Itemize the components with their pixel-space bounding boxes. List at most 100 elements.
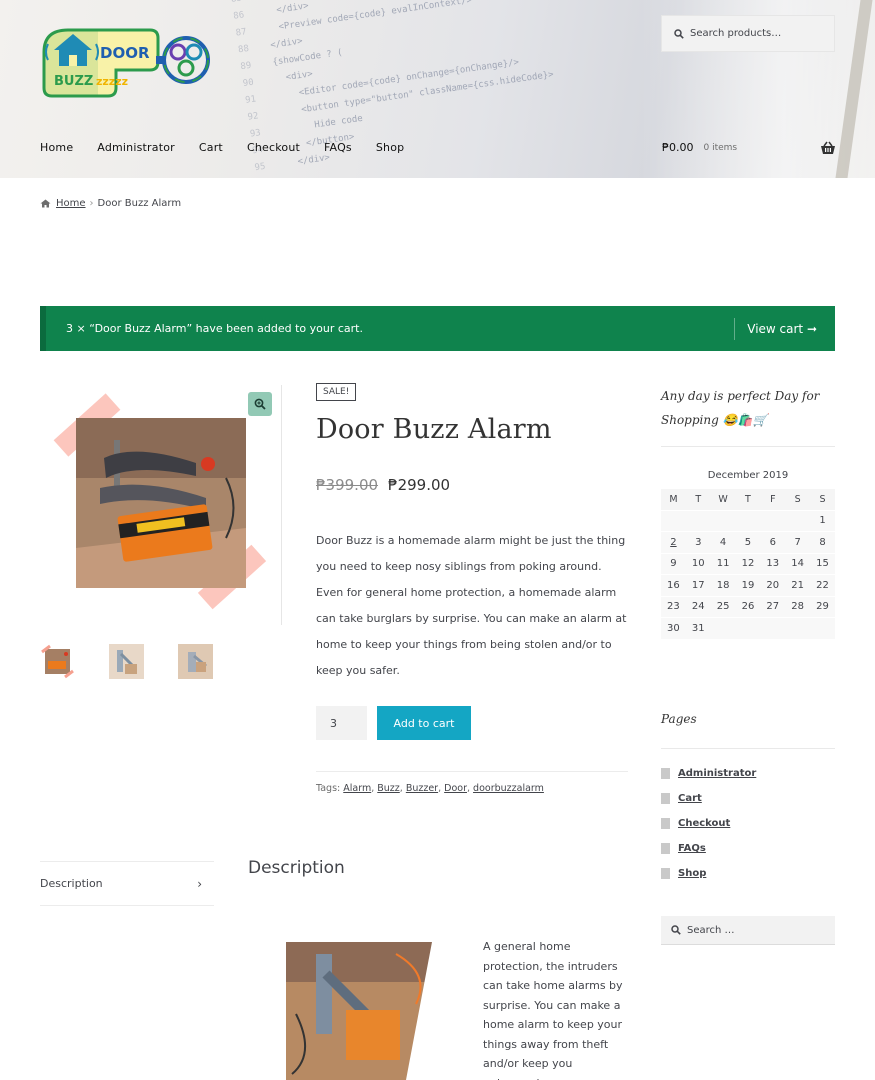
- tab-description-label: Description: [40, 877, 103, 890]
- calendar-day: [785, 509, 811, 532]
- product-tags: Tags: Alarm, Buzz, Buzzer, Door, doorbuz…: [316, 783, 544, 794]
- calendar-day: 11: [710, 552, 736, 575]
- pages-item-cart[interactable]: Cart: [661, 786, 756, 811]
- breadcrumb-current: Door Buzz Alarm: [97, 198, 182, 209]
- calendar-day: [785, 617, 811, 639]
- pages-item-administrator[interactable]: Administrator: [661, 761, 756, 786]
- calendar-day: 26: [735, 595, 761, 618]
- search-placeholder: Search products…: [690, 28, 782, 39]
- calendar-day: [810, 617, 835, 639]
- add-to-cart-button[interactable]: Add to cart: [377, 706, 471, 740]
- pages-item-checkout[interactable]: Checkout: [661, 811, 756, 836]
- calendar-day: 31: [685, 617, 711, 639]
- gallery-thumbnail-2[interactable]: [109, 644, 144, 679]
- pages-item-label: Administrator: [678, 768, 757, 779]
- calendar-day: 5: [735, 531, 761, 553]
- quantity-input[interactable]: 3: [316, 706, 367, 740]
- calendar-day: 27: [760, 595, 786, 618]
- search-products-input[interactable]: Search products…: [661, 15, 835, 52]
- calendar-day: [710, 617, 736, 639]
- nav-shop[interactable]: Shop: [376, 141, 404, 154]
- cart-count: 0 items: [703, 142, 738, 153]
- calendar-day: 22: [810, 574, 835, 596]
- tag-buzzer[interactable]: Buzzer: [406, 783, 438, 794]
- sale-badge: SALE!: [316, 383, 357, 401]
- tags-label: Tags:: [316, 783, 341, 794]
- calendar-day: [685, 509, 711, 532]
- gallery-divider: [281, 385, 282, 625]
- price-original: ₱399.00: [316, 476, 379, 494]
- sidebar-divider-1: [661, 446, 835, 447]
- calendar-day: 20: [760, 574, 786, 596]
- pages-item-faqs[interactable]: FAQs: [661, 836, 756, 861]
- svg-text:zzzzz: zzzzz: [96, 75, 128, 88]
- nav-checkout[interactable]: Checkout: [247, 141, 300, 154]
- calendar-day: [735, 509, 761, 532]
- tab-description[interactable]: Description ›: [40, 861, 214, 906]
- pages-list: Administrator Cart Checkout FAQs Shop: [661, 761, 756, 886]
- calendar-day: 1: [810, 509, 835, 532]
- nav-administrator[interactable]: Administrator: [97, 141, 175, 154]
- gallery-thumbnail-3[interactable]: [178, 644, 213, 679]
- calendar-day: 23: [661, 595, 686, 618]
- calendar-day: 10: [685, 552, 711, 575]
- calendar-caption: December 2019: [707, 470, 789, 481]
- home-icon: [40, 199, 51, 208]
- calendar-day: [760, 509, 786, 532]
- price-sale: ₱299.00: [388, 476, 451, 494]
- tag-buzz[interactable]: Buzz: [377, 783, 400, 794]
- description-image: [256, 914, 462, 1080]
- tag-door[interactable]: Door: [444, 783, 467, 794]
- primary-navigation: Home Administrator Cart Checkout FAQs Sh…: [40, 141, 428, 154]
- sidebar-search-input[interactable]: Search …: [661, 916, 835, 945]
- header-cart[interactable]: ₱0.00 0 items: [662, 141, 737, 154]
- tag-alarm[interactable]: Alarm: [343, 783, 371, 794]
- product-main-image[interactable]: [76, 418, 246, 588]
- calendar-day-link[interactable]: 2: [661, 531, 686, 553]
- calendar-day: 8: [810, 531, 835, 553]
- breadcrumb-home-link[interactable]: Home: [56, 198, 86, 209]
- tag-doorbuzzalarm[interactable]: doorbuzzalarm: [473, 783, 544, 794]
- calendar-day: 3: [685, 531, 711, 553]
- calendar-day-header: T: [735, 489, 761, 510]
- page-icon: [661, 818, 670, 829]
- nav-faqs[interactable]: FAQs: [324, 141, 352, 154]
- calendar-day-header: M: [661, 489, 686, 510]
- calendar-day: 17: [685, 574, 711, 596]
- calendar-day: 24: [685, 595, 711, 618]
- zoom-button[interactable]: [248, 392, 272, 416]
- sidebar-tagline: Any day is perfect Day for Shopping 😂🛍️🛒: [661, 389, 820, 427]
- calendar-widget: December 2019 M T W T F S S 1 2 3 4 5 6 …: [661, 470, 835, 639]
- calendar-day: 18: [710, 574, 736, 596]
- pages-item-shop[interactable]: Shop: [661, 861, 756, 886]
- basket-icon[interactable]: [820, 141, 836, 155]
- calendar-day: 15: [810, 552, 835, 575]
- calendar-day: 21: [785, 574, 811, 596]
- product-title: Door Buzz Alarm: [316, 414, 552, 445]
- pages-item-label: Cart: [678, 793, 702, 804]
- calendar-day: 13: [760, 552, 786, 575]
- product-price: ₱399.00 ₱299.00: [316, 476, 450, 494]
- calendar-day-header: T: [685, 489, 711, 510]
- search-icon: [674, 28, 684, 39]
- calendar-day-header: S: [810, 489, 835, 510]
- calendar-day: 14: [785, 552, 811, 575]
- sidebar-divider-2: [661, 748, 835, 749]
- nav-cart[interactable]: Cart: [199, 141, 223, 154]
- calendar-day-header: S: [785, 489, 811, 510]
- calendar-day: [710, 509, 736, 532]
- sidebar-search-placeholder: Search …: [687, 924, 735, 936]
- calendar-day: 25: [710, 595, 736, 618]
- description-heading: Description: [248, 858, 345, 878]
- page-icon: [661, 868, 670, 879]
- view-cart-link[interactable]: View cart ➞: [734, 317, 835, 340]
- page-icon: [661, 793, 670, 804]
- nav-home[interactable]: Home: [40, 141, 73, 154]
- svg-text:DOOR: DOOR: [100, 44, 150, 62]
- page-icon: [661, 768, 670, 779]
- calendar-day: 29: [810, 595, 835, 618]
- gallery-thumbnail-1[interactable]: [40, 644, 75, 679]
- site-logo[interactable]: DOOR BUZZ zzzzz: [40, 22, 212, 98]
- breadcrumb: Home › Door Buzz Alarm: [40, 198, 181, 209]
- calendar-day: [661, 509, 686, 532]
